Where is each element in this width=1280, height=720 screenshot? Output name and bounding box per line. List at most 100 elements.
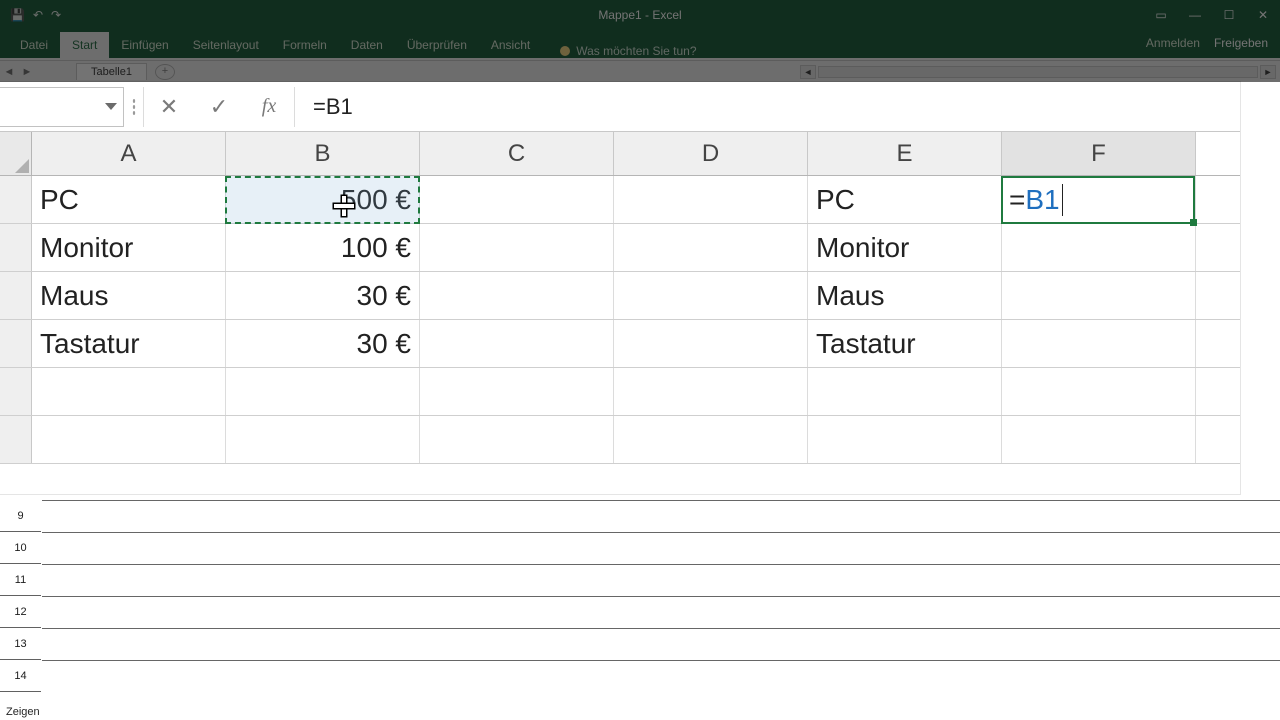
row-header-4[interactable] xyxy=(0,320,32,367)
cell-F3[interactable] xyxy=(1002,272,1196,319)
cell-E3[interactable]: Maus xyxy=(808,272,1002,319)
cell-C6[interactable] xyxy=(420,416,614,463)
tab-data[interactable]: Daten xyxy=(339,32,395,58)
tell-me-search[interactable]: Was möchten Sie tun? xyxy=(542,44,696,58)
tab-pagelayout[interactable]: Seitenlayout xyxy=(181,32,271,58)
hscroll-right-icon[interactable]: ► xyxy=(1260,65,1276,79)
cell-B5[interactable] xyxy=(226,368,420,415)
cell-A6[interactable] xyxy=(32,416,226,463)
cell-B3[interactable]: 30 € xyxy=(226,272,420,319)
cell-A2[interactable]: Monitor xyxy=(32,224,226,271)
row-header-3[interactable] xyxy=(0,272,32,319)
worksheet-grid[interactable]: A B C D E F PC 500 € PC Monitor 100 € xyxy=(0,132,1240,494)
cell-D1[interactable] xyxy=(614,176,808,223)
cell-B1[interactable]: 500 € xyxy=(226,176,420,223)
cell-F4[interactable] xyxy=(1002,320,1196,367)
col-header-F[interactable]: F xyxy=(1002,132,1196,175)
cell-D5[interactable] xyxy=(614,368,808,415)
select-all-corner[interactable] xyxy=(0,132,32,175)
cell-E2[interactable]: Monitor xyxy=(808,224,1002,271)
col-header-A[interactable]: A xyxy=(32,132,226,175)
row-header[interactable]: 9 xyxy=(0,500,41,532)
hscroll-track[interactable] xyxy=(818,66,1258,78)
cell-D2[interactable] xyxy=(614,224,808,271)
tab-file[interactable]: Datei xyxy=(8,32,60,58)
cell-C5[interactable] xyxy=(420,368,614,415)
formula-input[interactable]: =B1 xyxy=(294,87,1240,127)
sheet-tab[interactable]: Tabelle1 xyxy=(76,63,147,80)
col-header-B[interactable]: B xyxy=(226,132,420,175)
row-header[interactable]: 11 xyxy=(0,564,41,596)
status-mode: Zeigen xyxy=(6,706,40,718)
row-header[interactable]: 13 xyxy=(0,628,41,660)
formula-bar-separator xyxy=(124,87,144,127)
row-header-6[interactable] xyxy=(0,416,32,463)
tell-me-placeholder: Was möchten Sie tun? xyxy=(576,44,696,58)
ribbon-options-icon[interactable]: ▭ xyxy=(1144,0,1178,30)
save-icon[interactable]: 💾 xyxy=(10,8,25,22)
cell-C1[interactable] xyxy=(420,176,614,223)
row-header[interactable]: 14 xyxy=(0,660,41,692)
cell-A3[interactable]: Maus xyxy=(32,272,226,319)
fill-handle[interactable] xyxy=(1190,219,1197,226)
row-header-1[interactable] xyxy=(0,176,32,223)
quick-access-toolbar: 💾 ↶ ↷ xyxy=(0,8,61,22)
cell-F6[interactable] xyxy=(1002,416,1196,463)
name-box[interactable] xyxy=(0,87,124,127)
add-sheet-button[interactable]: + xyxy=(155,64,175,80)
row-header[interactable]: 10 xyxy=(0,532,41,564)
cell-F2[interactable] xyxy=(1002,224,1196,271)
title-bar: 💾 ↶ ↷ Mappe1 - Excel ▭ — ☐ ✕ xyxy=(0,0,1280,30)
cell-C3[interactable] xyxy=(420,272,614,319)
row-header[interactable]: 12 xyxy=(0,596,41,628)
tab-home[interactable]: Start xyxy=(60,32,109,58)
sheet-nav-prev-icon[interactable]: ◄ xyxy=(0,66,18,78)
share-button[interactable]: Freigeben xyxy=(1208,34,1274,52)
cell-C4[interactable] xyxy=(420,320,614,367)
undo-icon[interactable]: ↶ xyxy=(33,8,43,22)
chevron-down-icon[interactable] xyxy=(105,103,117,110)
row-header-5[interactable] xyxy=(0,368,32,415)
close-icon[interactable]: ✕ xyxy=(1246,0,1280,30)
tab-formulas[interactable]: Formeln xyxy=(271,32,339,58)
insert-function-button[interactable]: fx xyxy=(244,87,294,127)
cell-C2[interactable] xyxy=(420,224,614,271)
formula-bar: ✕ ✓ fx =B1 xyxy=(0,82,1240,132)
tab-view[interactable]: Ansicht xyxy=(479,32,542,58)
cell-A5[interactable] xyxy=(32,368,226,415)
enter-button[interactable]: ✓ xyxy=(194,87,244,127)
cell-D4[interactable] xyxy=(614,320,808,367)
tab-review[interactable]: Überprüfen xyxy=(395,32,479,58)
cell-A1[interactable]: PC xyxy=(32,176,226,223)
zoomed-panel: ✕ ✓ fx =B1 A B C D E F PC 500 € PC xyxy=(0,82,1240,494)
text-caret xyxy=(1062,184,1063,216)
formula-prefix: = xyxy=(1009,184,1025,216)
cell-F5[interactable] xyxy=(1002,368,1196,415)
cell-E4[interactable]: Tastatur xyxy=(808,320,1002,367)
cell-E6[interactable] xyxy=(808,416,1002,463)
maximize-icon[interactable]: ☐ xyxy=(1212,0,1246,30)
hscroll-left-icon[interactable]: ◄ xyxy=(800,65,816,79)
bulb-icon xyxy=(560,46,570,56)
signin-link[interactable]: Anmelden xyxy=(1146,36,1200,50)
cell-D3[interactable] xyxy=(614,272,808,319)
cell-E5[interactable] xyxy=(808,368,1002,415)
row-header-2[interactable] xyxy=(0,224,32,271)
cell-D6[interactable] xyxy=(614,416,808,463)
cell-E1[interactable]: PC xyxy=(808,176,1002,223)
ribbon-tabs: Datei Start Einfügen Seitenlayout Formel… xyxy=(0,30,1280,58)
col-header-D[interactable]: D xyxy=(614,132,808,175)
col-header-C[interactable]: C xyxy=(420,132,614,175)
col-header-E[interactable]: E xyxy=(808,132,1002,175)
cell-B2[interactable]: 100 € xyxy=(226,224,420,271)
tab-insert[interactable]: Einfügen xyxy=(109,32,180,58)
edit-cell-F1[interactable]: =B1 xyxy=(1001,176,1195,224)
redo-icon[interactable]: ↷ xyxy=(51,8,61,22)
cancel-button[interactable]: ✕ xyxy=(144,87,194,127)
cell-B4[interactable]: 30 € xyxy=(226,320,420,367)
minimize-icon[interactable]: — xyxy=(1178,0,1212,30)
formula-reference: B1 xyxy=(1025,184,1059,216)
cell-B6[interactable] xyxy=(226,416,420,463)
sheet-nav-next-icon[interactable]: ► xyxy=(18,66,36,78)
cell-A4[interactable]: Tastatur xyxy=(32,320,226,367)
